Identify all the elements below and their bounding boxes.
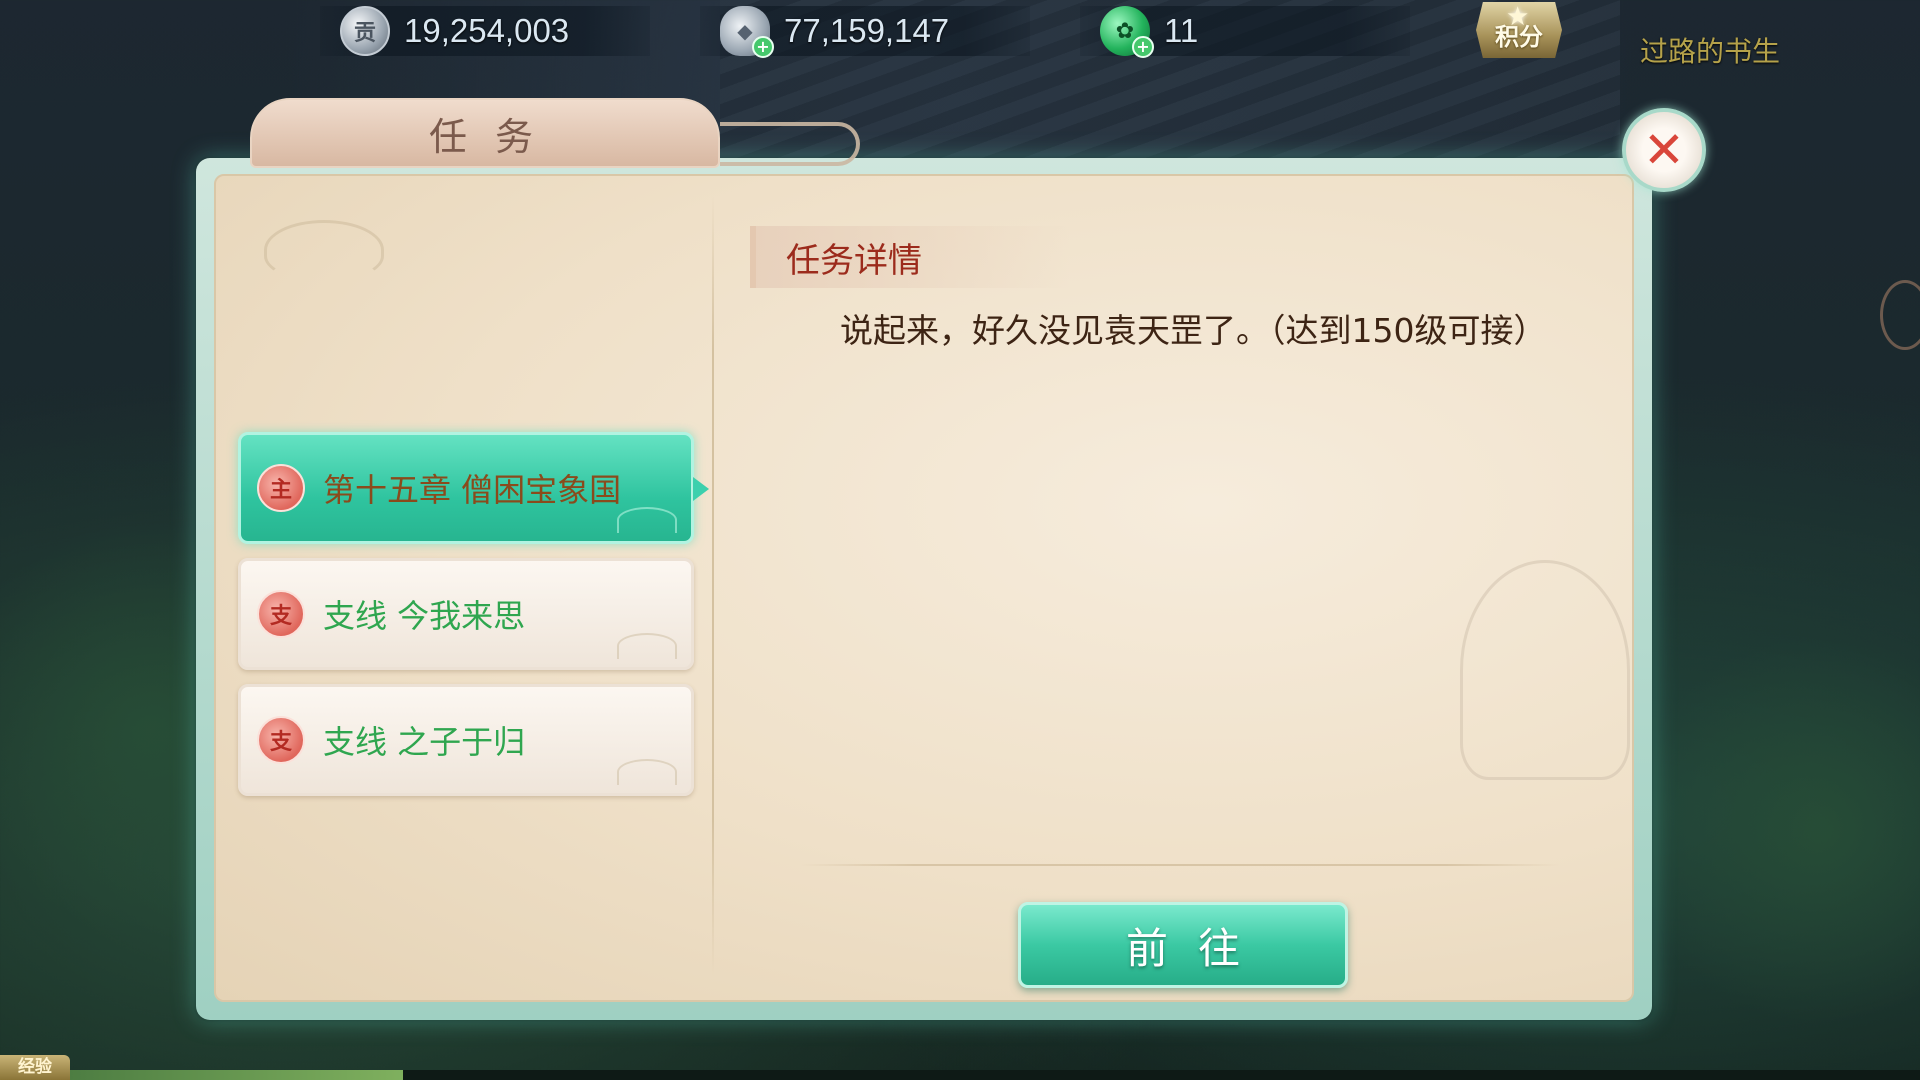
resource-silver-coin[interactable]: 贡 19,254,003 [340,4,569,58]
close-button[interactable]: ✕ [1622,108,1706,192]
swirl-ornament [720,122,860,166]
dialog-title: 任务 [428,114,561,159]
quest-item-main[interactable]: 主 第十五章 僧困宝象国 [238,432,709,544]
silver-ingot-value: 77,159,147 [784,12,950,49]
detail-title: 任务详情 [786,240,922,281]
resource-bar: 贡 19,254,003 ◆ + 77,159,147 ✿ + 11 ★ 积分 … [0,0,1920,68]
quest-description: 说起来，好久没见袁天罡了。（达到150级可接） [840,311,1547,350]
close-icon: ✕ [1643,121,1685,179]
cloud-ornament [264,220,384,280]
lotus-ornament [1460,560,1630,780]
add-jade-icon[interactable]: + [1132,36,1154,58]
quest-item-side-1[interactable]: 支 支线 今我来思 [238,558,694,670]
add-silver-icon[interactable]: + [752,36,774,58]
quest-item-side-2[interactable]: 支 支线 之子于归 [238,684,694,796]
jade-value: 11 [1164,12,1199,49]
dialog-title-tab: 任务 [250,98,720,168]
player-name: 过路的书生 [1640,35,1781,68]
cloud-ornament [617,759,677,785]
exp-bar-fill [70,1070,403,1080]
quest-label: 支线 今我来思 [323,597,526,635]
silver-coin-value: 19,254,003 [404,12,570,49]
silver-ingot-icon: ◆ + [720,6,774,58]
side-quest-scroll-icon: 支 [257,716,305,764]
resource-silver-ingot[interactable]: ◆ + 77,159,147 [720,4,949,58]
panel-divider [712,196,714,976]
jade-icon: ✿ + [1100,6,1154,58]
side-quest-scroll-icon: 支 [257,590,305,638]
silver-coin-icon: 贡 [340,6,390,56]
goto-label: 前往 [1125,923,1270,973]
exp-bar [70,1070,1920,1080]
main-quest-scroll-icon: 主 [257,464,305,512]
cloud-ornament [617,633,677,659]
detail-header: 任务详情 [750,226,1070,288]
resource-jade[interactable]: ✿ + 11 [1100,4,1198,58]
quest-label: 第十五章 僧困宝象国 [323,471,622,509]
quest-label: 支线 之子于归 [323,723,526,761]
goto-button[interactable]: 前往 [1018,902,1348,988]
side-ornament [1880,280,1920,350]
points-button[interactable]: ★ 积分 [1476,2,1562,58]
exp-label: 经验 [0,1055,70,1080]
background-tree [1640,620,1920,1040]
star-icon: ★ [1506,2,1530,32]
detail-divider [800,864,1560,866]
cloud-ornament [617,507,677,533]
